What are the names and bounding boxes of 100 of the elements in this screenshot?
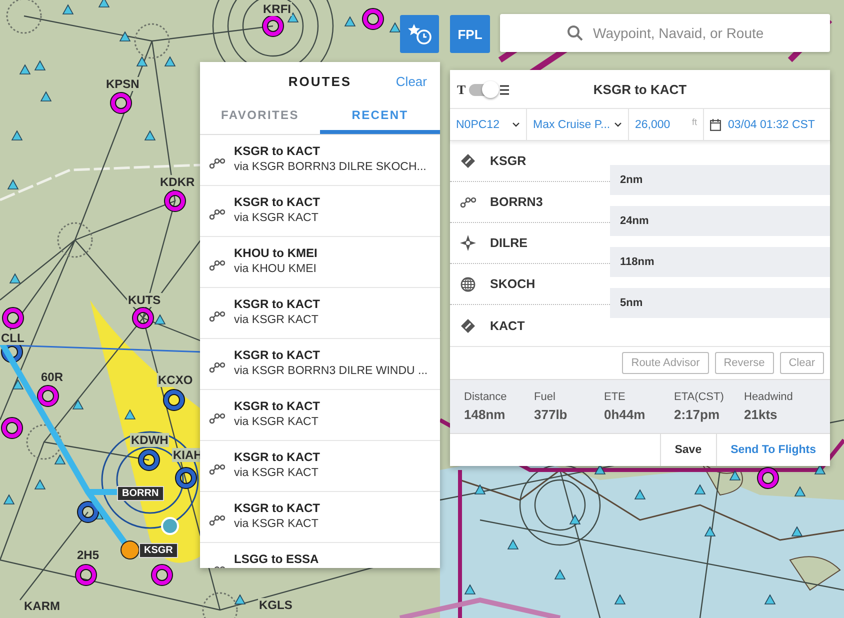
leg-distance: 24nm	[610, 206, 830, 236]
route-item[interactable]: KSGR to KACT via KSGR KACT	[200, 390, 440, 441]
route-item[interactable]: KSGR to KACT via KSGR KACT	[200, 186, 440, 237]
waypoint-tag: BORRN	[117, 486, 164, 501]
airport-symbol-icon	[151, 564, 173, 586]
waypoint-row[interactable]: KACT	[450, 305, 610, 346]
navaid-triangle-icon	[791, 526, 803, 536]
view-toggle[interactable]	[468, 84, 497, 96]
route-via: via KHOU KMEI	[234, 263, 318, 275]
leg-distance: 5nm	[610, 288, 830, 318]
profile-dropdown[interactable]: Max Cruise P...	[527, 109, 629, 140]
route-icon	[209, 157, 225, 169]
route-icon	[209, 208, 225, 220]
waypoint-row[interactable]: KSGR	[450, 141, 610, 182]
stat-label: Headwind	[744, 391, 794, 403]
navaid-triangle-icon	[72, 399, 84, 410]
airport-label: KRFI	[262, 2, 292, 16]
favorites-button[interactable]	[400, 15, 439, 53]
route-item[interactable]: LSGG to ESSA	[200, 543, 440, 568]
navaid-triangle-icon	[474, 484, 486, 494]
airport-label: 60R	[40, 370, 64, 384]
route-item[interactable]: KSGR to KACT via KSGR BORRN3 DILRE WINDU ...	[200, 339, 440, 390]
send-to-flights-button[interactable]: Send To Flights	[716, 434, 830, 466]
navaid-triangle-icon	[729, 470, 741, 480]
navaid-triangle-icon	[344, 16, 356, 26]
navaid-triangle-icon	[704, 526, 716, 536]
compass-rose-icon	[6, 0, 42, 34]
navaid-triangle-icon	[119, 31, 131, 42]
save-button[interactable]: Save	[660, 434, 716, 466]
search-field[interactable]: Waypoint, Navaid, or Route	[500, 14, 830, 52]
route-title: KSGR to KACT	[234, 399, 320, 413]
airport-label: KUTS	[127, 293, 162, 307]
route-icon	[209, 259, 225, 271]
route-icon	[209, 514, 225, 526]
airport-label: KDKR	[159, 175, 196, 189]
aircraft-dropdown[interactable]: N0PC12	[450, 109, 527, 140]
airport-symbol-icon	[132, 307, 154, 329]
route-title: KSGR to KACT	[234, 144, 321, 158]
departure-marker-icon	[120, 540, 140, 560]
text-mode-label: T	[457, 82, 466, 98]
navaid-triangle-icon	[614, 594, 626, 604]
route-item[interactable]: KHOU to KMEI via KHOU KMEI	[200, 237, 440, 288]
route-via: via KSGR KACT	[234, 416, 320, 428]
route-icon	[209, 361, 225, 373]
navaid-triangle-icon	[40, 91, 52, 102]
fpl-button[interactable]: FPL	[450, 15, 490, 53]
navaid-triangle-icon	[3, 494, 15, 504]
navaid-triangle-icon	[124, 409, 136, 420]
navaid-triangle-icon	[764, 594, 776, 604]
airport-symbol-icon	[175, 467, 197, 489]
stat-value: 2:17pm	[674, 407, 721, 422]
navaid-triangle-icon	[794, 486, 806, 496]
stat-label: Distance	[464, 391, 508, 403]
navaid-triangle-icon	[154, 314, 166, 324]
navaid-triangle-icon	[136, 56, 148, 66]
route-title: KHOU to KMEI	[234, 246, 318, 260]
navaid-triangle-icon	[594, 464, 606, 474]
departure-time-field[interactable]: 03/04 01:32 CST	[704, 109, 830, 140]
route-icon	[209, 412, 225, 424]
route-item[interactable]: KSGR to KACT via KSGR KACT	[200, 288, 440, 339]
airport-symbol-icon	[163, 389, 185, 411]
route-item[interactable]: KSGR to KACT via KSGR BORRN3 DILRE SKOCH...	[200, 135, 440, 186]
navaid-triangle-icon	[144, 130, 156, 140]
navaid-triangle-icon	[634, 489, 646, 500]
airport-symbol-icon	[37, 385, 59, 407]
airport-label: KDWH	[130, 433, 170, 447]
route-title: LSGG to ESSA	[234, 552, 319, 566]
waypoint-name: SKOCH	[490, 277, 536, 291]
route-via: via KSGR KACT	[234, 467, 320, 479]
route-title: KSGR to KACT	[234, 195, 320, 209]
airport-icon	[460, 153, 476, 169]
navaid-triangle-icon	[9, 273, 21, 284]
route-via: via KSGR KACT	[234, 314, 320, 326]
route-item[interactable]: KSGR to KACT via KSGR KACT	[200, 441, 440, 492]
compass-rose-icon	[26, 424, 62, 460]
leg-distance: 118nm	[610, 247, 830, 277]
airport-symbol-icon	[75, 564, 97, 586]
chevron-down-icon	[614, 122, 622, 127]
stat-value: 21kts	[744, 407, 778, 422]
stat-value: 148nm	[464, 407, 506, 422]
route-title: KSGR to KACT	[234, 297, 320, 311]
route-title: KSGR to KACT	[234, 348, 321, 362]
calendar-icon	[710, 118, 721, 130]
waypoint-name: BORRN3	[490, 195, 543, 209]
route-via: via KSGR BORRN3 DILRE WINDU ...	[234, 365, 428, 377]
waypoint-name: DILRE	[490, 236, 528, 250]
list-icon	[500, 85, 509, 95]
navaid-triangle-icon	[164, 56, 176, 66]
airport-label: KPSN	[105, 77, 140, 91]
route-item[interactable]: KSGR to KACT via KSGR KACT	[200, 492, 440, 543]
navaid-triangle-icon	[7, 179, 19, 190]
navaid-triangle-icon	[464, 584, 476, 594]
navaid-triangle-icon	[234, 594, 246, 604]
panel-title: ROUTES	[288, 74, 352, 88]
waypoint-star-icon	[460, 235, 476, 251]
route-title: KSGR to KACT	[234, 450, 320, 464]
airport-symbol-icon	[2, 307, 24, 329]
altitude-field[interactable]: 26,000 ft	[629, 109, 704, 140]
airport-symbol-icon	[110, 92, 132, 114]
stat-label: ETE	[604, 391, 626, 403]
